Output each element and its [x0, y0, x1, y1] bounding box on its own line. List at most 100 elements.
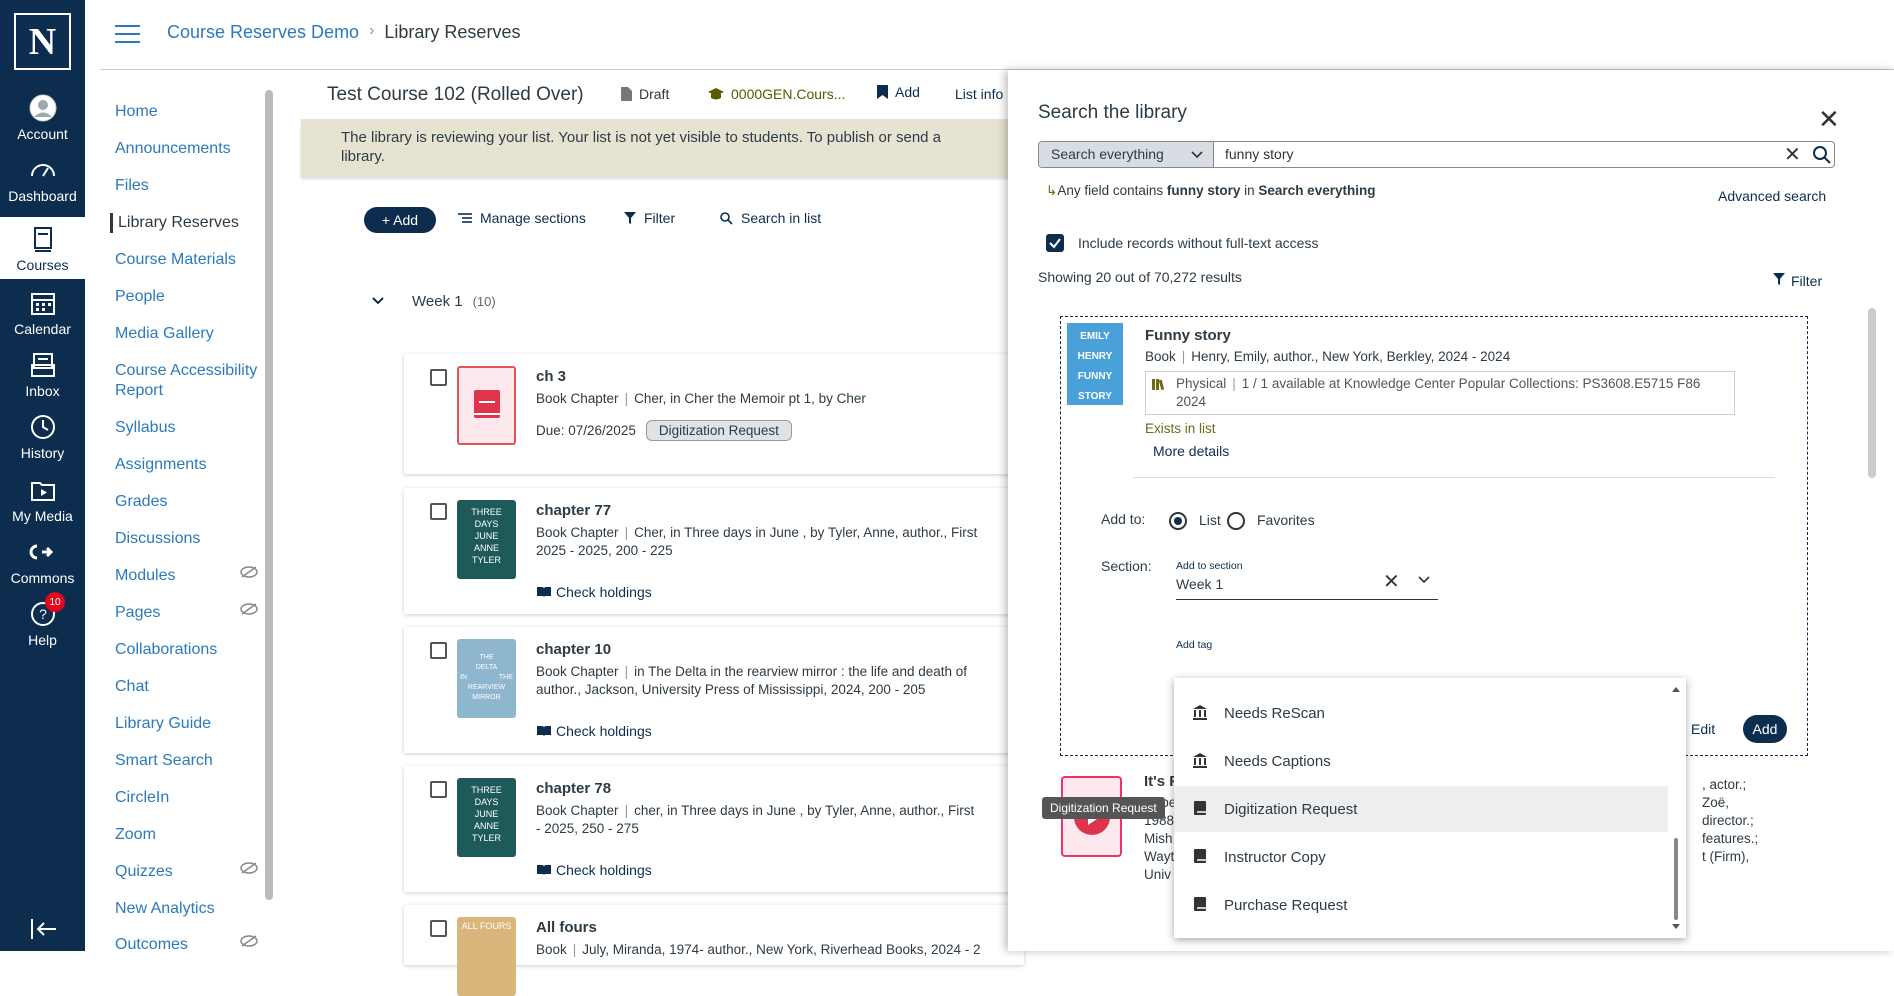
chapter-thumbnail	[457, 366, 516, 445]
item-type: Book Chapter	[536, 803, 619, 818]
include-records-checkbox[interactable]	[1046, 234, 1064, 252]
nav-commons[interactable]: Commons	[0, 530, 85, 592]
check-holdings-link[interactable]: Check holdings	[536, 862, 652, 878]
nav-history[interactable]: History	[0, 405, 85, 467]
nav-courses[interactable]: Courses	[0, 217, 85, 279]
tag-option-digitization-request[interactable]: Digitization Request	[1174, 786, 1668, 832]
course-nav-new-analytics[interactable]: New Analytics	[115, 899, 265, 919]
item-checkbox[interactable]	[430, 369, 447, 386]
item-title[interactable]: chapter 78	[536, 780, 611, 797]
tag-option-purchase-request[interactable]: Purchase Request	[1174, 882, 1668, 928]
course-nav-circlein[interactable]: CircleIn	[115, 788, 265, 808]
add-tag-label[interactable]: Add tag	[1176, 639, 1212, 651]
nav-inbox[interactable]: Inbox	[0, 343, 85, 405]
tag-option-needs-captions[interactable]: Needs Captions	[1174, 738, 1668, 784]
more-details-link[interactable]: More details	[1153, 443, 1229, 459]
item-meta: Book Chapter | cher, in Three days in June…	[536, 803, 975, 818]
bookmark-plus-icon	[877, 85, 888, 99]
course-nav-smart-search[interactable]: Smart Search	[115, 751, 265, 771]
list-item[interactable]: THE DELTA IN THE REARVIEW MIRROR chapter…	[404, 627, 1024, 753]
search-scope-select[interactable]: Search everything	[1039, 142, 1214, 167]
results-filter-button[interactable]: Filter	[1773, 273, 1822, 289]
dropdown-scrollbar[interactable]	[1670, 686, 1682, 930]
hamburger-menu-icon[interactable]	[115, 25, 140, 43]
chevron-down-icon[interactable]	[1417, 575, 1431, 585]
nav-dashboard[interactable]: Dashboard	[0, 148, 85, 210]
course-nav-zoom[interactable]: Zoom	[115, 825, 265, 845]
add-item-button[interactable]: + Add	[364, 207, 436, 233]
course-nav-home[interactable]: Home	[115, 102, 265, 122]
collapse-nav-icon[interactable]	[30, 917, 58, 941]
clear-search-icon[interactable]: ✕	[1784, 142, 1801, 167]
item-checkbox[interactable]	[430, 642, 447, 659]
course-code[interactable]: 0000GEN.Cours...	[707, 86, 845, 102]
check-holdings-link[interactable]: Check holdings	[536, 584, 652, 600]
course-nav-syllabus[interactable]: Syllabus	[115, 418, 265, 438]
list-item[interactable]: ch 3 Book Chapter | Cher, in Cher the Memo…	[404, 354, 1024, 474]
item-checkbox[interactable]	[430, 920, 447, 937]
course-nav-announcements[interactable]: Announcements	[115, 139, 265, 159]
search-in-list-button[interactable]: Search in list	[720, 210, 821, 226]
manage-sections-button[interactable]: Manage sections	[458, 210, 586, 226]
item-due: Due: 07/26/2025	[536, 423, 636, 438]
course-nav-course-materials[interactable]: Course Materials	[115, 250, 265, 270]
item-checkbox[interactable]	[430, 781, 447, 798]
course-nav-scrollbar[interactable]	[265, 90, 273, 900]
results-scrollbar[interactable]	[1868, 308, 1876, 478]
item-type: Book	[536, 942, 567, 957]
tooltip: Digitization Request	[1042, 797, 1165, 819]
course-nav-assignments[interactable]: Assignments	[115, 455, 265, 475]
close-icon[interactable]: ✕	[1818, 104, 1840, 135]
nav-account[interactable]: Account	[0, 86, 85, 148]
section-select[interactable]: Week 1	[1176, 576, 1223, 592]
course-nav-grades[interactable]: Grades	[115, 492, 265, 512]
item-checkbox[interactable]	[430, 503, 447, 520]
breadcrumb-course[interactable]: Course Reserves Demo	[167, 22, 359, 43]
filter-icon	[624, 212, 636, 224]
search-input[interactable]: funny story	[1225, 146, 1293, 162]
chevron-down-icon[interactable]	[372, 296, 384, 306]
course-nav-files[interactable]: Files	[115, 176, 265, 196]
result-title[interactable]: Funny story	[1145, 327, 1231, 344]
history-icon	[30, 415, 55, 439]
search-bar: Search everything funny story ✕	[1038, 141, 1835, 168]
item-title[interactable]: All fours	[536, 919, 597, 936]
nav-help[interactable]: ? Help 10	[0, 592, 85, 654]
item-title[interactable]: ch 3	[536, 368, 566, 385]
list-settings-icon	[458, 213, 472, 223]
course-nav-chat[interactable]: Chat	[115, 677, 265, 697]
course-nav-media-gallery[interactable]: Media Gallery	[115, 324, 265, 344]
list-item[interactable]: THREE DAYS JUNE ANNE TYLER chapter 77 Bo…	[404, 488, 1024, 614]
edit-button[interactable]: Edit	[1691, 721, 1715, 737]
list-info-button[interactable]: List info	[955, 86, 1003, 102]
advanced-search-link[interactable]: Advanced search	[1718, 188, 1826, 204]
course-nav-accessibility-report[interactable]: Course Accessibility Report	[115, 361, 265, 401]
tag-option-needs-rescan[interactable]: Needs ReScan	[1174, 690, 1668, 736]
course-nav-collaborations[interactable]: Collaborations	[115, 640, 265, 660]
tag-option-instructor-copy[interactable]: Instructor Copy	[1174, 834, 1668, 880]
course-nav-discussions[interactable]: Discussions	[115, 529, 265, 549]
review-banner: The library is reviewing your list. Your…	[301, 119, 1021, 177]
radio-favorites[interactable]	[1227, 512, 1245, 530]
item-title[interactable]: chapter 10	[536, 641, 611, 658]
nav-my-media[interactable]: My Media	[0, 468, 85, 530]
check-holdings-link[interactable]: Check holdings	[536, 723, 652, 739]
list-item[interactable]: ALL FOURS All fours Book | July, Miranda, …	[404, 905, 1024, 996]
global-nav: N Account Dashboard Courses Calendar Inb…	[0, 0, 85, 951]
results-count: Showing 20 out of 70,272 results	[1038, 269, 1242, 285]
list-item[interactable]: THREE DAYS JUNE ANNE TYLER chapter 78 Bo…	[404, 766, 1024, 892]
filter-button[interactable]: Filter	[624, 210, 675, 226]
add-to-section-label: Add to section	[1176, 560, 1243, 572]
radio-list[interactable]	[1169, 512, 1187, 530]
clear-section-icon[interactable]: ✕	[1383, 569, 1400, 594]
course-nav-library-guide[interactable]: Library Guide	[115, 714, 265, 734]
course-nav-people[interactable]: People	[115, 287, 265, 307]
nav-calendar[interactable]: Calendar	[0, 281, 85, 343]
institution-logo[interactable]: N	[14, 13, 71, 70]
item-title[interactable]: chapter 77	[536, 502, 611, 519]
course-nav-library-reserves[interactable]: Library Reserves	[110, 213, 260, 233]
add-result-button[interactable]: Add	[1743, 715, 1787, 743]
search-icon[interactable]	[1812, 145, 1832, 165]
item-tag[interactable]: Digitization Request	[645, 420, 792, 441]
header-add-button[interactable]: Add	[876, 84, 920, 100]
